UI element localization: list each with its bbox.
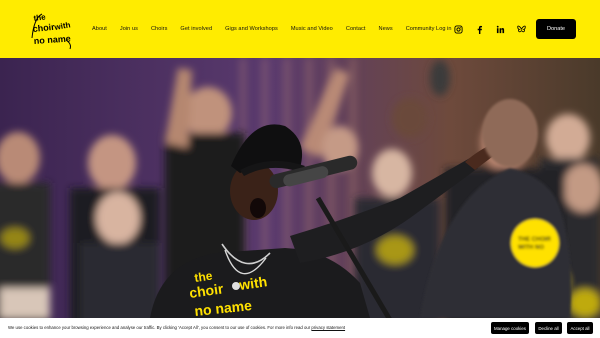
nav-item-music-and-video[interactable]: Music and Video xyxy=(291,26,333,32)
svg-text:with: with xyxy=(53,20,71,32)
decline-all-button[interactable]: Decline all xyxy=(535,322,562,334)
site-header: the choir with no name About Join us Cho… xyxy=(0,0,600,58)
shirt-badge-text: THE CHOIR xyxy=(518,237,552,243)
nav-item-join-us[interactable]: Join us xyxy=(120,26,138,32)
facebook-icon[interactable] xyxy=(474,24,484,34)
instagram-icon[interactable] xyxy=(453,24,463,34)
svg-text:WITH NO: WITH NO xyxy=(518,245,544,251)
cookie-text: We use cookies to enhance your browsing … xyxy=(8,325,311,330)
nav-item-community-log-in[interactable]: Community Log in xyxy=(406,26,452,32)
bluesky-icon[interactable] xyxy=(516,24,526,34)
svg-text:the: the xyxy=(33,12,47,23)
nav-item-news[interactable]: News xyxy=(379,26,393,32)
accept-all-button[interactable]: Accept all xyxy=(567,322,593,334)
svg-text:choir: choir xyxy=(32,22,55,34)
hero-image: the choir with no name THE CHOIR WITH NO xyxy=(0,58,600,318)
cookie-message: We use cookies to enhance your browsing … xyxy=(8,325,345,330)
svg-text:no name: no name xyxy=(33,33,71,46)
linkedin-icon[interactable] xyxy=(495,24,505,34)
nav-item-about[interactable]: About xyxy=(92,26,107,32)
nav-item-get-involved[interactable]: Get involved xyxy=(180,26,212,32)
cookie-banner: We use cookies to enhance your browsing … xyxy=(0,318,600,338)
manage-cookies-button[interactable]: Manage cookies xyxy=(491,322,529,334)
choir-logo-graphic: the choir with no name xyxy=(31,12,71,50)
nav-item-contact[interactable]: Contact xyxy=(346,26,366,32)
choir-logo[interactable]: the choir with no name xyxy=(30,8,74,50)
donate-button[interactable]: Donate xyxy=(536,19,576,39)
privacy-statement-link[interactable]: privacy statement xyxy=(311,325,345,330)
main-nav: About Join us Choirs Get involved Gigs a… xyxy=(92,23,452,35)
nav-item-choirs[interactable]: Choirs xyxy=(151,26,167,32)
hero-photo-illustration: the choir with no name THE CHOIR WITH NO xyxy=(0,58,600,318)
nav-item-gigs-and-workshops[interactable]: Gigs and Workshops xyxy=(225,26,278,32)
social-links xyxy=(453,24,526,34)
